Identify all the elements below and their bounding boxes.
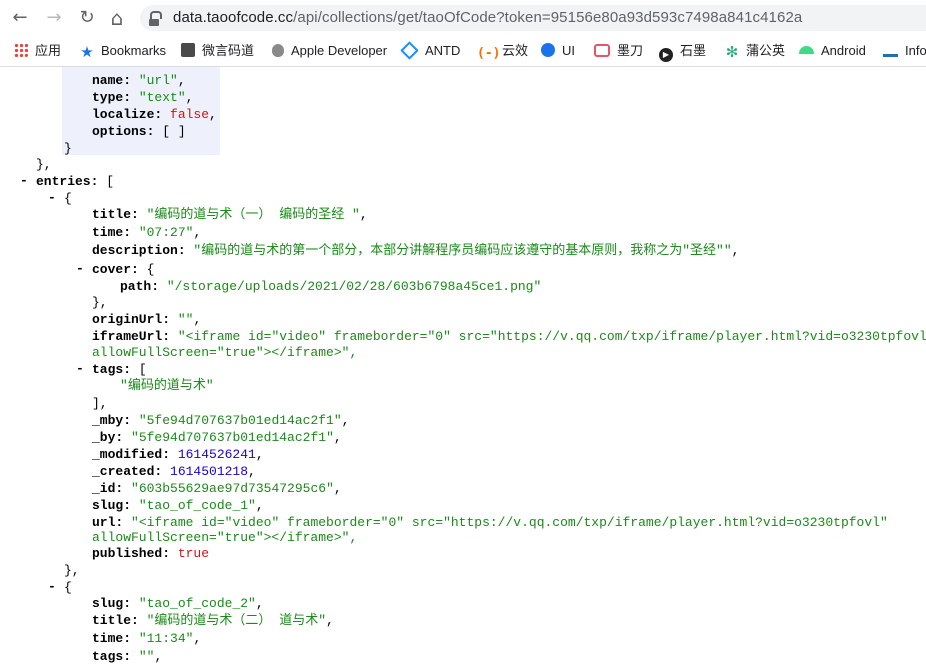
browser-toolbar: ← → ↻ ⌂ data.taoofcode.cc/api/collection…	[0, 0, 926, 36]
collapse-toggle[interactable]: -	[76, 361, 84, 376]
json-line: title: "编码的道与术（一） 编码的圣经 ",	[92, 207, 368, 222]
android-icon	[799, 46, 814, 54]
json-line: title: "编码的道与术（二） 道与术",	[92, 613, 334, 628]
reload-icon[interactable]: ↻	[76, 7, 98, 29]
bookmark-label: ANTD	[425, 43, 461, 58]
bookmark-apple-developer[interactable]: Apple Developer	[272, 42, 387, 60]
json-line: ],	[92, 396, 108, 411]
bookmark-shimo[interactable]: ▶ 石墨	[659, 42, 707, 62]
bracket-icon: (-)	[477, 46, 501, 61]
address-bar[interactable]: data.taoofcode.cc/api/collections/get/ta…	[140, 5, 926, 31]
bookmark-label: 云效	[502, 43, 529, 58]
json-line: _by: "5fe94d707637b01ed14ac2f1",	[92, 430, 342, 445]
bookmark-android[interactable]: Android	[799, 42, 866, 60]
bookmark-bookmarks[interactable]: ★ Bookmarks	[80, 42, 166, 60]
apple-icon	[272, 44, 284, 57]
json-line: time: "11:34",	[92, 631, 202, 646]
json-line: name: "url",	[92, 73, 186, 88]
bookmark-label: 应用	[35, 43, 62, 58]
bookmark-label: Bookmarks	[101, 43, 167, 58]
bookmark-label: Android	[821, 43, 866, 58]
json-line: cover: {	[92, 262, 155, 277]
url-host: data.taoofcode.cc	[173, 9, 294, 26]
json-line: "编码的道与术"	[120, 378, 214, 393]
bookmark-yunxiao[interactable]: (-) 云效	[477, 42, 529, 61]
collapse-toggle[interactable]: -	[20, 173, 28, 188]
json-line: slug: "tao_of_code_1",	[92, 498, 264, 513]
bookmark-weiyanmadao[interactable]: 微言码道	[181, 42, 254, 60]
json-line: entries: [	[36, 174, 115, 189]
json-line: allowFullScreen="true"></iframe>",	[92, 345, 358, 360]
bookmark-label: UI	[562, 43, 575, 58]
bookmark-pugongying[interactable]: ✻ 蒲公英	[725, 42, 785, 60]
json-line: localize: false,	[92, 107, 217, 122]
mascot-icon	[541, 43, 555, 57]
dandelion-icon: ✻	[725, 43, 739, 61]
bookmark-label: 石墨	[680, 43, 707, 58]
lock-icon	[149, 11, 162, 26]
bookmark-label: 蒲公英	[746, 43, 786, 58]
star-icon: ★	[80, 43, 94, 61]
collapse-toggle[interactable]: -	[48, 190, 56, 205]
json-line: tags: [	[92, 362, 147, 377]
json-line: _id: "603b55629ae97d73547295c6",	[92, 481, 342, 496]
json-line: }	[64, 141, 72, 156]
modao-icon	[594, 44, 610, 57]
bookmark-label: Info	[905, 43, 926, 58]
json-line: path: "/storage/uploads/2021/02/28/603b6…	[120, 279, 542, 294]
json-line: },	[92, 295, 108, 310]
json-line: type: "text",	[92, 90, 194, 105]
bookmark-label: 微言码道	[202, 43, 255, 58]
bookmark-antd[interactable]: ANTD	[400, 41, 461, 60]
json-line: time: "07:27",	[92, 225, 202, 240]
back-arrow-icon[interactable]: ←	[9, 7, 31, 29]
bookmark-label: 墨刀	[617, 43, 644, 58]
apps-grid-icon	[14, 43, 28, 57]
json-line: options: [ ]	[92, 124, 186, 139]
json-viewer: name: "url", type: "text", localize: fal…	[0, 67, 926, 670]
bookmarks-bar: 应用 ★ Bookmarks 微言码道 Apple Developer ANTD …	[0, 36, 926, 67]
bookmark-ui[interactable]: UI	[541, 42, 575, 60]
json-line: _created: 1614501218,	[92, 464, 256, 479]
bookmark-apps[interactable]: 应用	[14, 42, 61, 60]
json-line: iframeUrl: "<iframe id="video" framebord…	[92, 329, 926, 344]
json-line: published: true	[92, 546, 210, 561]
json-line: allowFullScreen="true"></iframe>",	[92, 530, 358, 545]
collapse-toggle[interactable]: -	[76, 261, 84, 276]
diamond-icon	[400, 41, 419, 60]
infoq-icon	[883, 44, 898, 57]
json-line: slug: "tao_of_code_2",	[92, 596, 264, 611]
json-line: originUrl: "",	[92, 312, 202, 327]
home-icon[interactable]: ⌂	[106, 7, 128, 29]
play-circle-icon: ▶	[659, 48, 673, 62]
forward-arrow-icon[interactable]: →	[43, 7, 65, 29]
collapse-toggle[interactable]: -	[48, 579, 56, 594]
url-text[interactable]: data.taoofcode.cc/api/collections/get/ta…	[173, 9, 802, 26]
site-favicon-icon	[181, 43, 195, 57]
json-line: },	[36, 157, 52, 172]
bookmark-info[interactable]: Info	[883, 42, 926, 60]
json-line: tags: "",	[92, 649, 163, 664]
url-path: /api/collections/get/taoOfCode?token=951…	[293, 9, 803, 26]
json-line: description: "编码的道与术的第一个部分，本部分讲解程序员编码应该遵…	[92, 243, 740, 258]
json-line: {	[64, 191, 72, 206]
json-line: _mby: "5fe94d707637b01ed14ac2f1",	[92, 413, 350, 428]
bookmark-label: Apple Developer	[291, 43, 388, 58]
json-line: _modified: 1614526241,	[92, 447, 264, 462]
bookmark-modao[interactable]: 墨刀	[594, 42, 643, 60]
json-line: },	[64, 563, 80, 578]
json-line: {	[64, 580, 72, 595]
